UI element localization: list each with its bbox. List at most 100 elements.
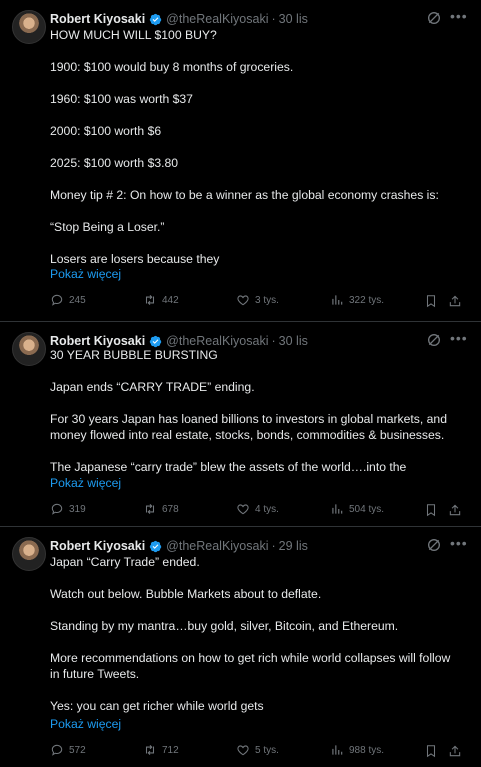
separator-dot: · bbox=[271, 539, 276, 553]
author-handle[interactable]: @theRealKiyosaki bbox=[166, 539, 268, 553]
tweet-line: Japan “Carry Trade” ended. bbox=[50, 555, 200, 569]
author-handle[interactable]: @theRealKiyosaki bbox=[166, 12, 268, 26]
tweet-line: Watch out below. Bubble Markets about to… bbox=[50, 587, 322, 601]
bookmark-icon[interactable] bbox=[424, 744, 438, 758]
tweet-text: 30 YEAR BUBBLE BURSTING Japan ends “CARR… bbox=[50, 348, 469, 475]
tweet-line bbox=[50, 634, 469, 649]
reply-icon bbox=[51, 503, 63, 515]
tweet-time[interactable]: 30 lis bbox=[279, 12, 308, 26]
verified-badge-icon bbox=[149, 13, 162, 25]
bookmark-icon[interactable] bbox=[424, 294, 438, 308]
tweet-time[interactable]: 29 lis bbox=[279, 539, 308, 553]
views-button[interactable]: 988 tys. bbox=[330, 743, 384, 757]
tweet-line: Money tip # 2: On how to be a winner as … bbox=[50, 188, 439, 202]
separator-dot: · bbox=[271, 12, 276, 26]
like-count: 5 tys. bbox=[255, 744, 279, 756]
tweet[interactable]: Robert Kiyosaki @theRealKiyosaki · 29 li… bbox=[0, 527, 481, 767]
action-bar: 319 678 4 tys. 504 tys. bbox=[50, 502, 465, 520]
views-count: 322 tys. bbox=[349, 294, 385, 306]
views-icon bbox=[332, 745, 343, 755]
like-icon bbox=[237, 745, 249, 756]
tweet-line: Standing by my mantra…buy gold, silver, … bbox=[50, 619, 399, 633]
share-icon[interactable] bbox=[448, 503, 462, 517]
share-icon[interactable] bbox=[448, 744, 462, 758]
tweet-line bbox=[50, 682, 469, 697]
repost-icon bbox=[145, 294, 155, 306]
tweet-line bbox=[50, 363, 469, 378]
repost-button[interactable]: 442 bbox=[143, 293, 179, 307]
tweet-line: “Stop Being a Loser.” bbox=[50, 220, 165, 234]
author-name[interactable]: Robert Kiyosaki bbox=[50, 539, 145, 553]
views-count: 988 tys. bbox=[349, 744, 385, 756]
tweet-line bbox=[50, 443, 469, 458]
author-name[interactable]: Robert Kiyosaki bbox=[50, 334, 145, 348]
tweet[interactable]: Robert Kiyosaki @theRealKiyosaki · 30 li… bbox=[0, 322, 481, 527]
tweet-line: money flowed into real estate, stocks, b… bbox=[50, 428, 445, 442]
tweet-line: HOW MUCH WILL $100 BUY? bbox=[50, 28, 217, 42]
repost-count: 678 bbox=[162, 503, 179, 515]
views-icon bbox=[332, 504, 343, 514]
reply-icon bbox=[51, 294, 63, 306]
repost-button[interactable]: 712 bbox=[143, 743, 179, 757]
tweet[interactable]: Robert Kiyosaki @theRealKiyosaki · 30 li… bbox=[0, 0, 481, 322]
tweet-line: 1900: $100 would buy 8 months of groceri… bbox=[50, 60, 294, 74]
reply-button[interactable]: 245 bbox=[50, 293, 86, 307]
like-button[interactable]: 4 tys. bbox=[236, 502, 279, 516]
like-button[interactable]: 3 tys. bbox=[236, 293, 279, 307]
like-button[interactable]: 5 tys. bbox=[236, 743, 279, 757]
repost-button[interactable]: 678 bbox=[143, 502, 179, 516]
tweet-line bbox=[50, 203, 469, 218]
repost-icon bbox=[145, 503, 155, 515]
tweet-header: Robert Kiyosaki @theRealKiyosaki · 29 li… bbox=[50, 537, 308, 555]
grok-icon[interactable] bbox=[426, 10, 442, 26]
tweet-time[interactable]: 30 lis bbox=[279, 334, 308, 348]
grok-icon[interactable] bbox=[426, 332, 442, 348]
tweet-line: 2025: $100 worth $3.80 bbox=[50, 156, 179, 170]
reply-count: 245 bbox=[69, 294, 86, 306]
more-icon[interactable]: ••• bbox=[450, 330, 468, 348]
action-bar: 245 442 3 tys. 322 tys. bbox=[50, 293, 465, 311]
action-bar: 572 712 5 tys. 988 tys. bbox=[50, 743, 465, 761]
reply-button[interactable]: 319 bbox=[50, 502, 86, 516]
author-handle[interactable]: @theRealKiyosaki bbox=[166, 334, 268, 348]
tweet-line bbox=[50, 171, 469, 186]
like-count: 3 tys. bbox=[255, 294, 279, 306]
reply-button[interactable]: 572 bbox=[50, 743, 86, 757]
more-icon[interactable]: ••• bbox=[450, 535, 468, 553]
tweet-line bbox=[50, 570, 469, 585]
repost-count: 712 bbox=[162, 744, 179, 756]
like-icon bbox=[237, 295, 249, 306]
avatar[interactable] bbox=[12, 10, 46, 44]
show-more-link[interactable]: Pokaż więcej bbox=[50, 267, 121, 281]
bookmark-icon[interactable] bbox=[424, 503, 438, 517]
tweet-header: Robert Kiyosaki @theRealKiyosaki · 30 li… bbox=[50, 10, 308, 28]
views-button[interactable]: 504 tys. bbox=[330, 502, 384, 516]
show-more-link[interactable]: Pokaż więcej bbox=[50, 476, 121, 490]
timeline-feed: Robert Kiyosaki @theRealKiyosaki · 30 li… bbox=[0, 0, 481, 767]
show-more-link[interactable]: Pokaż więcej bbox=[50, 717, 121, 731]
tweet-line: 30 YEAR BUBBLE BURSTING bbox=[50, 348, 218, 362]
verified-badge-icon bbox=[149, 335, 162, 347]
like-icon bbox=[237, 504, 249, 515]
tweet-line: Yes: you can get richer while world gets bbox=[50, 699, 264, 713]
repost-count: 442 bbox=[162, 294, 179, 306]
tweet-text: Japan “Carry Trade” ended. Watch out bel… bbox=[50, 555, 469, 714]
avatar[interactable] bbox=[12, 332, 46, 366]
author-name[interactable]: Robert Kiyosaki bbox=[50, 12, 145, 26]
tweet-line: More recommendations on how to get rich … bbox=[50, 651, 451, 665]
more-icon[interactable]: ••• bbox=[450, 8, 468, 26]
tweet-line bbox=[50, 602, 469, 617]
tweet-line bbox=[50, 235, 469, 250]
tweet-line: 1960: $100 was worth $37 bbox=[50, 92, 193, 106]
views-count: 504 tys. bbox=[349, 503, 385, 515]
tweet-line bbox=[50, 139, 469, 154]
views-icon bbox=[332, 295, 343, 305]
avatar[interactable] bbox=[12, 537, 46, 571]
tweet-line: in future Tweets. bbox=[50, 667, 140, 681]
reply-count: 319 bbox=[69, 503, 86, 515]
views-button[interactable]: 322 tys. bbox=[330, 293, 384, 307]
tweet-line: The Japanese “carry trade” blew the asse… bbox=[50, 460, 407, 474]
reply-count: 572 bbox=[69, 744, 86, 756]
share-icon[interactable] bbox=[448, 294, 462, 308]
grok-icon[interactable] bbox=[426, 537, 442, 553]
